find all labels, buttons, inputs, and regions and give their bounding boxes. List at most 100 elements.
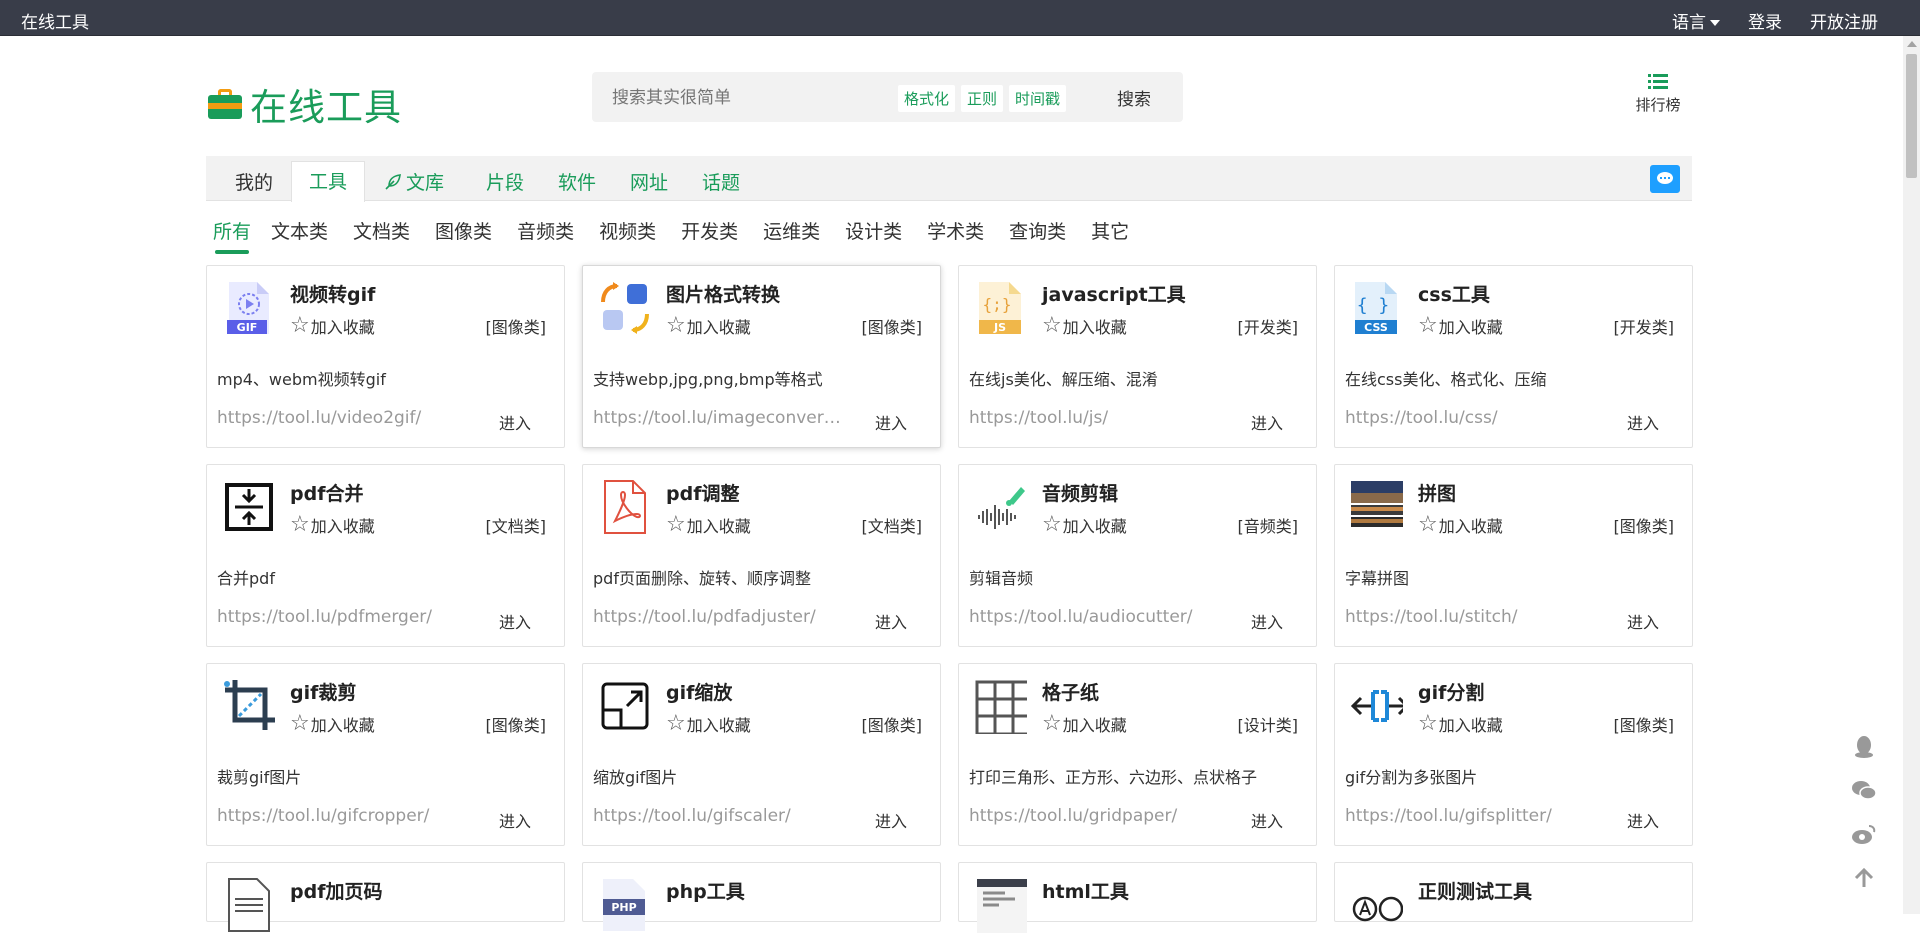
card-category: [开发类]: [1237, 318, 1299, 337]
subtab-query[interactable]: 查询类: [1009, 217, 1066, 244]
add-favorite[interactable]: ☆ 加入收藏: [290, 513, 375, 537]
enter-link[interactable]: 进入: [499, 808, 531, 832]
quick-tag-timestamp[interactable]: 时间戳: [1009, 85, 1067, 112]
tool-card[interactable]: html工具: [958, 862, 1317, 933]
tool-card[interactable]: 音频剪辑 ☆ 加入收藏 [音频类] 剪辑音频 https://tool.lu/au…: [958, 464, 1317, 647]
register-link[interactable]: 开放注册: [1810, 8, 1878, 33]
add-favorite[interactable]: ☆ 加入收藏: [290, 314, 375, 338]
weibo-icon[interactable]: [1851, 821, 1877, 847]
subtab-all[interactable]: 所有: [213, 217, 251, 254]
card-url[interactable]: https://tool.lu/stitch/: [1345, 607, 1597, 627]
add-favorite[interactable]: ☆ 加入收藏: [290, 712, 375, 736]
card-url[interactable]: https://tool.lu/css/: [1345, 408, 1597, 428]
enter-link[interactable]: 进入: [499, 410, 531, 434]
subtab-image[interactable]: 图像类: [435, 217, 492, 244]
card-category: [图像类]: [485, 716, 547, 735]
tool-card[interactable]: gif分割 ☆ 加入收藏 [图像类] gif分割为多张图片 https://too…: [1334, 663, 1693, 846]
add-favorite[interactable]: ☆ 加入收藏: [1042, 712, 1127, 736]
card-url[interactable]: https://tool.lu/pdfmerger/: [217, 607, 469, 627]
card-url[interactable]: https://tool.lu/gifcropper/: [217, 806, 469, 826]
card-url[interactable]: https://tool.lu/pdfadjuster/: [593, 607, 845, 627]
enter-link[interactable]: 进入: [499, 609, 531, 633]
nav-urls[interactable]: 网址: [630, 168, 668, 195]
tool-card[interactable]: PHP php工具: [582, 862, 941, 931]
subtab-text[interactable]: 文本类: [271, 217, 328, 244]
login-link[interactable]: 登录: [1748, 8, 1782, 33]
search-input[interactable]: [610, 84, 894, 112]
card-title: gif缩放: [666, 682, 733, 704]
enter-link[interactable]: 进入: [1627, 410, 1659, 434]
tool-card[interactable]: pdf合并 ☆ 加入收藏 [文档类] 合并pdf https://tool.lu/…: [206, 464, 565, 647]
card-url[interactable]: https://tool.lu/imageconverter/: [593, 408, 845, 428]
card-url[interactable]: https://tool.lu/audiocutter/: [969, 607, 1221, 627]
tool-card[interactable]: { } CSS css工具 ☆ 加入收藏 [开发类] 在线css美化、格式化、压缩 …: [1334, 265, 1693, 448]
card-url[interactable]: https://tool.lu/gridpaper/: [969, 806, 1221, 826]
tool-card[interactable]: 正则测试工具: [1334, 862, 1693, 922]
scrollbar-thumb[interactable]: [1906, 54, 1917, 178]
nav-library[interactable]: 文库: [384, 168, 444, 195]
quick-tag-format[interactable]: 格式化: [898, 85, 956, 112]
nav-tools-active[interactable]: 工具: [291, 161, 365, 202]
subtab-video[interactable]: 视频类: [599, 217, 656, 244]
nav-mine[interactable]: 我的: [235, 168, 273, 195]
subtab-academic[interactable]: 学术类: [927, 217, 984, 244]
search-button[interactable]: 搜索: [1117, 85, 1151, 110]
tool-card[interactable]: {;} JS javascript工具 ☆ 加入收藏 [开发类] 在线js美化、解压…: [958, 265, 1317, 448]
card-category: [文档类]: [861, 517, 923, 536]
card-desc: 在线js美化、解压缩、混淆: [969, 370, 1158, 389]
tool-card[interactable]: GIF 视频转gif ☆ 加入收藏 [图像类] mp4、webm视频转gif ht…: [206, 265, 565, 448]
card-url[interactable]: https://tool.lu/gifscaler/: [593, 806, 845, 826]
tool-card[interactable]: pdf加页码: [206, 862, 565, 932]
add-favorite[interactable]: ☆ 加入收藏: [1042, 314, 1127, 338]
quick-tag-regex[interactable]: 正则: [961, 85, 1004, 112]
wechat-icon[interactable]: [1851, 777, 1877, 803]
merge-icon: [225, 483, 273, 531]
enter-link[interactable]: 进入: [875, 808, 907, 832]
enter-link[interactable]: 进入: [1251, 410, 1283, 434]
card-url[interactable]: https://tool.lu/js/: [969, 408, 1221, 428]
feather-pen-icon: [385, 173, 401, 190]
add-favorite[interactable]: ☆ 加入收藏: [666, 314, 751, 338]
page-scrollbar[interactable]: [1903, 36, 1920, 914]
tool-card[interactable]: gif缩放 ☆ 加入收藏 [图像类] 缩放gif图片 https://tool.l…: [582, 663, 941, 846]
back-to-top-icon[interactable]: [1851, 865, 1877, 891]
nav-software[interactable]: 软件: [558, 168, 596, 195]
enter-link[interactable]: 进入: [875, 609, 907, 633]
top-brand[interactable]: 在线工具: [21, 8, 89, 33]
add-favorite[interactable]: ☆ 加入收藏: [1418, 314, 1503, 338]
nav-snippets[interactable]: 片段: [486, 168, 524, 195]
chat-icon[interactable]: [1650, 165, 1680, 193]
enter-link[interactable]: 进入: [875, 410, 907, 434]
tool-card[interactable]: gif裁剪 ☆ 加入收藏 [图像类] 裁剪gif图片 https://tool.l…: [206, 663, 565, 846]
tool-card[interactable]: 图片格式转换 ☆ 加入收藏 [图像类] 支持webp,jpg,png,bmp等格式…: [582, 265, 941, 448]
enter-link[interactable]: 进入: [1251, 609, 1283, 633]
star-icon: ☆: [290, 313, 310, 338]
subtab-other[interactable]: 其它: [1091, 217, 1129, 244]
card-url[interactable]: https://tool.lu/gifsplitter/: [1345, 806, 1597, 826]
nav-topics[interactable]: 话题: [702, 168, 740, 195]
tool-card[interactable]: 拼图 ☆ 加入收藏 [图像类] 字幕拼图 https://tool.lu/stit…: [1334, 464, 1693, 647]
svg-text:GIF: GIF: [237, 321, 258, 334]
scroll-up-arrow-icon[interactable]: [1907, 41, 1917, 47]
add-favorite[interactable]: ☆ 加入收藏: [666, 712, 751, 736]
add-favorite[interactable]: ☆ 加入收藏: [1418, 712, 1503, 736]
enter-link[interactable]: 进入: [1251, 808, 1283, 832]
card-title: pdf合并: [290, 483, 364, 505]
ranking-link[interactable]: 排行榜: [1630, 74, 1686, 115]
language-menu[interactable]: 语言: [1672, 8, 1720, 33]
subtab-design[interactable]: 设计类: [845, 217, 902, 244]
card-url[interactable]: https://tool.lu/video2gif/: [217, 408, 469, 428]
site-logo[interactable]: 在线工具: [208, 77, 402, 131]
enter-link[interactable]: 进入: [1627, 808, 1659, 832]
qq-icon[interactable]: [1851, 733, 1877, 759]
subtab-audio[interactable]: 音频类: [517, 217, 574, 244]
subtab-dev[interactable]: 开发类: [681, 217, 738, 244]
subtab-ops[interactable]: 运维类: [763, 217, 820, 244]
add-favorite[interactable]: ☆ 加入收藏: [1042, 513, 1127, 537]
enter-link[interactable]: 进入: [1627, 609, 1659, 633]
add-favorite[interactable]: ☆ 加入收藏: [1418, 513, 1503, 537]
tool-card[interactable]: 格子纸 ☆ 加入收藏 [设计类] 打印三角形、正方形、六边形、点状格子 https…: [958, 663, 1317, 846]
subtab-document[interactable]: 文档类: [353, 217, 410, 244]
add-favorite[interactable]: ☆ 加入收藏: [666, 513, 751, 537]
tool-card[interactable]: pdf调整 ☆ 加入收藏 [文档类] pdf页面删除、旋转、顺序调整 https:…: [582, 464, 941, 647]
